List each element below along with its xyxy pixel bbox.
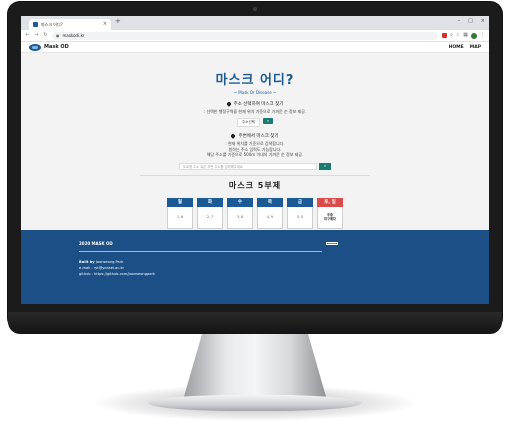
tab-title: 마스크 어디? xyxy=(41,21,63,27)
website: Mask OD HOME MAP 마스크 어디? ~ Mask Or Disea… xyxy=(21,42,489,304)
tab-close-icon[interactable]: × xyxy=(103,22,107,27)
nearby-search-button[interactable]: ⌕ xyxy=(319,162,331,170)
nearby-section-heading: 주변에서 마스크 찾기 xyxy=(21,133,489,139)
monitor-stand xyxy=(183,330,327,400)
star-icon[interactable]: ☆ xyxy=(456,33,460,38)
minimize-button[interactable]: – xyxy=(458,18,461,24)
search-icon: ⌕ xyxy=(323,163,327,169)
browser-toolbar: ← → ↻ ● maskodi.kr ⌕ ☆ ▦ ⋮ xyxy=(21,30,489,42)
nearby-section-description: : 현재 위치를 기준으로 검색합니다. 원하는 주소 입력도 가능합니다. 해… xyxy=(206,141,304,158)
day-card-mon: 월 1, 6 xyxy=(167,197,193,229)
monitor-screen: 마스크 어디? × + – □ × ← → ↻ ● maskodi.kr ⌕ ☆… xyxy=(21,16,489,304)
hero-subtitle: ~ Mask Or Disease ~ xyxy=(233,90,277,95)
day-label: 화 xyxy=(197,197,223,207)
author-name: Joonseong Park xyxy=(95,260,124,264)
footer-github[interactable]: github : https://github.com/joonseongpar… xyxy=(79,272,489,278)
search-icon[interactable]: ⌕ xyxy=(450,33,453,38)
brand-name[interactable]: Mask OD xyxy=(44,44,69,50)
nav-map-link[interactable]: MAP xyxy=(470,45,481,50)
menu-icon[interactable]: ⋮ xyxy=(480,33,485,38)
day-label: 수 xyxy=(227,197,253,207)
day-label: 월 xyxy=(167,197,193,207)
address-search-input[interactable]: 도로명 주소 혹은 지번 주소를 입력해주세요 xyxy=(179,162,317,170)
day-rule: 주중 미구매자 xyxy=(317,206,343,229)
address-select-button[interactable]: 주소선택 xyxy=(237,118,260,128)
extensions-area: ⌕ ☆ ▦ ⋮ xyxy=(441,32,485,39)
day-card-tue: 화 2, 7 xyxy=(197,197,223,229)
address-bar[interactable]: ● maskodi.kr xyxy=(52,31,438,40)
day-rule: 2, 7 xyxy=(197,206,223,229)
day-rule: 5, 0 xyxy=(287,206,313,229)
day-rule: 4, 9 xyxy=(257,206,283,229)
maximize-button[interactable]: □ xyxy=(468,18,473,24)
footer-copyright: 2020 MASK OD xyxy=(79,241,113,246)
forward-icon[interactable]: → xyxy=(34,33,39,38)
address-search-button[interactable]: ⌕ xyxy=(262,118,273,125)
profile-avatar[interactable] xyxy=(471,32,477,39)
day-card-wed: 수 3, 8 xyxy=(227,197,253,229)
footer-credits: Built by Joonseong Park e-mail : ryt@yon… xyxy=(79,260,489,277)
puzzle-icon[interactable]: ▦ xyxy=(463,33,468,38)
monitor-base xyxy=(148,395,362,411)
day-label: 토, 일 xyxy=(317,197,343,207)
site-navbar: Mask OD HOME MAP xyxy=(21,42,489,53)
browser-tabstrip: 마스크 어디? × + – □ × xyxy=(21,16,489,30)
nav-home-link[interactable]: HOME xyxy=(449,45,464,50)
day-card-weekend: 토, 일 주중 미구매자 xyxy=(317,197,343,229)
lock-icon: ● xyxy=(56,33,60,38)
url-text: maskodi.kr xyxy=(62,33,85,38)
browser-tab[interactable]: 마스크 어디? × xyxy=(29,19,111,30)
new-tab-button[interactable]: + xyxy=(115,18,121,25)
address-select-row: 주소선택 ⌕ xyxy=(21,118,489,128)
week-schedule-title: 마스크 5부제 xyxy=(228,180,282,190)
monitor-chin xyxy=(8,312,502,334)
footer-badge xyxy=(326,242,338,245)
camera-dot xyxy=(253,7,257,11)
day-label: 목 xyxy=(257,197,283,207)
close-window-button[interactable]: × xyxy=(481,18,485,24)
day-card-thu: 목 4, 9 xyxy=(257,197,283,229)
reload-icon[interactable]: ↻ xyxy=(43,33,48,38)
mask-logo-icon[interactable] xyxy=(29,43,41,51)
week-schedule-grid: 월 1, 6 화 2, 7 수 3, 8 목 4, 9 금 5, 0 토, 일 … xyxy=(21,197,489,229)
window-controls: – □ × xyxy=(458,18,485,24)
favicon-icon xyxy=(33,22,38,27)
day-label: 금 xyxy=(287,197,313,207)
extension-icon[interactable] xyxy=(441,33,447,38)
location-pin-icon xyxy=(230,133,237,139)
address-section-heading: 주소 선택하여 마스크 찾기 xyxy=(21,100,489,107)
hero-title: 마스크 어디? xyxy=(215,73,295,88)
search-icon: ⌕ xyxy=(266,118,270,124)
section-divider xyxy=(140,174,370,176)
day-card-fri: 금 5, 0 xyxy=(287,197,313,229)
day-rule: 1, 6 xyxy=(167,206,193,229)
back-icon[interactable]: ← xyxy=(25,33,30,38)
day-rule: 3, 8 xyxy=(227,206,253,229)
address-section-description: : 선택한 행정구역을 현재 위치 기준으로 가까운 순 정보 제공. xyxy=(203,109,307,114)
site-footer: 2020 MASK OD Built by Joonseong Park e-m… xyxy=(21,230,489,304)
location-pin-icon xyxy=(225,100,232,107)
nearby-search-row: 도로명 주소 혹은 지번 주소를 입력해주세요 ⌕ xyxy=(21,162,489,170)
footer-divider xyxy=(79,251,322,252)
